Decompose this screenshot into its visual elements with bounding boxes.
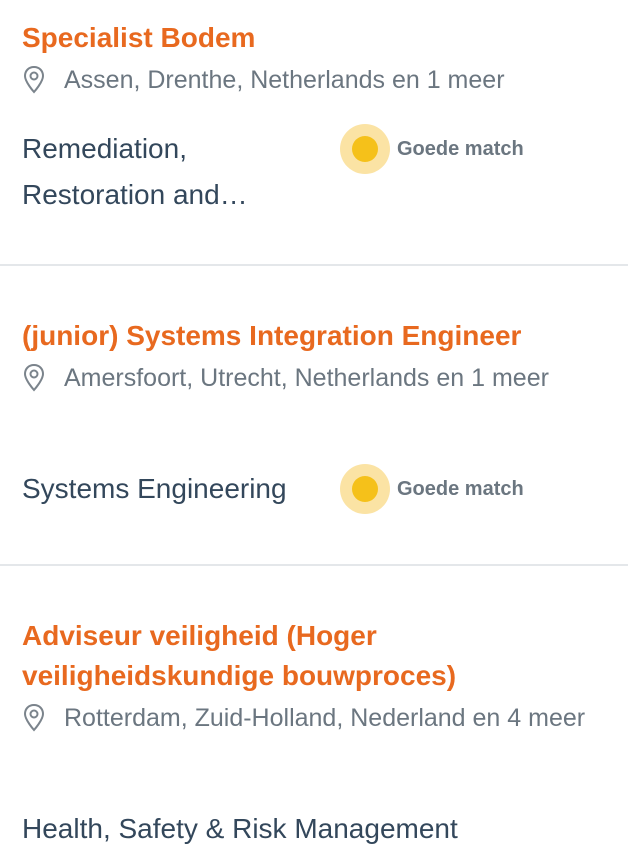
job-location: Assen, Drenthe, Netherlands en 1 meer [22, 59, 606, 101]
job-location: Rotterdam, Zuid-Holland, Nederland en 4 … [22, 697, 606, 739]
job-location-text: Assen, Drenthe, Netherlands en 1 meer [64, 66, 505, 94]
job-card[interactable]: Specialist Bodem Assen, Drenthe, Netherl… [0, 0, 628, 266]
job-location-text: Amersfoort, Utrecht, Netherlands en 1 me… [64, 364, 549, 392]
map-pin-icon [23, 65, 45, 94]
match-indicator-dot [340, 464, 390, 514]
job-title[interactable]: Adviseur veiligheid (Hoger veiligheidsku… [22, 616, 606, 696]
match-indicator-dot [340, 124, 390, 174]
match-label: Goede match [397, 137, 524, 160]
match-label: Goede match [397, 477, 524, 500]
job-location: Amersfoort, Utrecht, Netherlands en 1 me… [22, 357, 606, 399]
map-pin-icon [23, 703, 45, 732]
job-category: Remediation, Restoration and… [22, 133, 248, 210]
match-badge: Goede match [340, 464, 524, 514]
map-pin-icon [23, 363, 45, 392]
job-title[interactable]: Specialist Bodem [22, 18, 606, 58]
job-title[interactable]: (junior) Systems Integration Engineer [22, 316, 606, 356]
job-category: Systems Engineering [22, 473, 287, 504]
job-location-text: Rotterdam, Zuid-Holland, Nederland en 4 … [64, 704, 586, 732]
job-card[interactable]: (junior) Systems Integration Engineer Am… [0, 268, 628, 566]
job-category: Health, Safety & Risk Management [22, 813, 458, 844]
match-badge: Goede match [340, 124, 524, 174]
job-card[interactable]: Adviseur veiligheid (Hoger veiligheidsku… [0, 568, 628, 868]
